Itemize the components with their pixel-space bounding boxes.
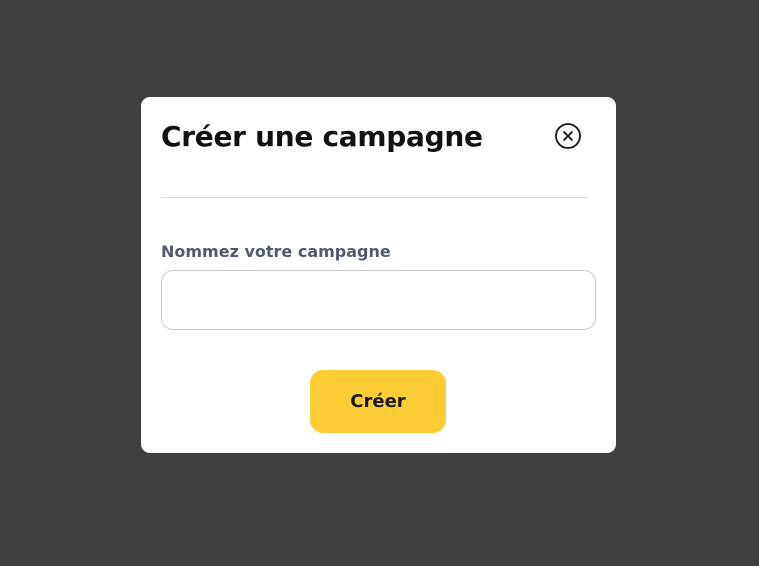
header-divider (161, 197, 588, 198)
close-circle-icon (555, 123, 581, 149)
close-button[interactable] (555, 123, 581, 149)
create-campaign-dialog: Créer une campagne Nommez votre campagne… (141, 97, 616, 453)
dialog-title: Créer une campagne (161, 120, 483, 153)
campaign-name-label: Nommez votre campagne (161, 242, 391, 261)
campaign-name-input[interactable] (161, 270, 596, 330)
create-button[interactable]: Créer (310, 370, 446, 433)
